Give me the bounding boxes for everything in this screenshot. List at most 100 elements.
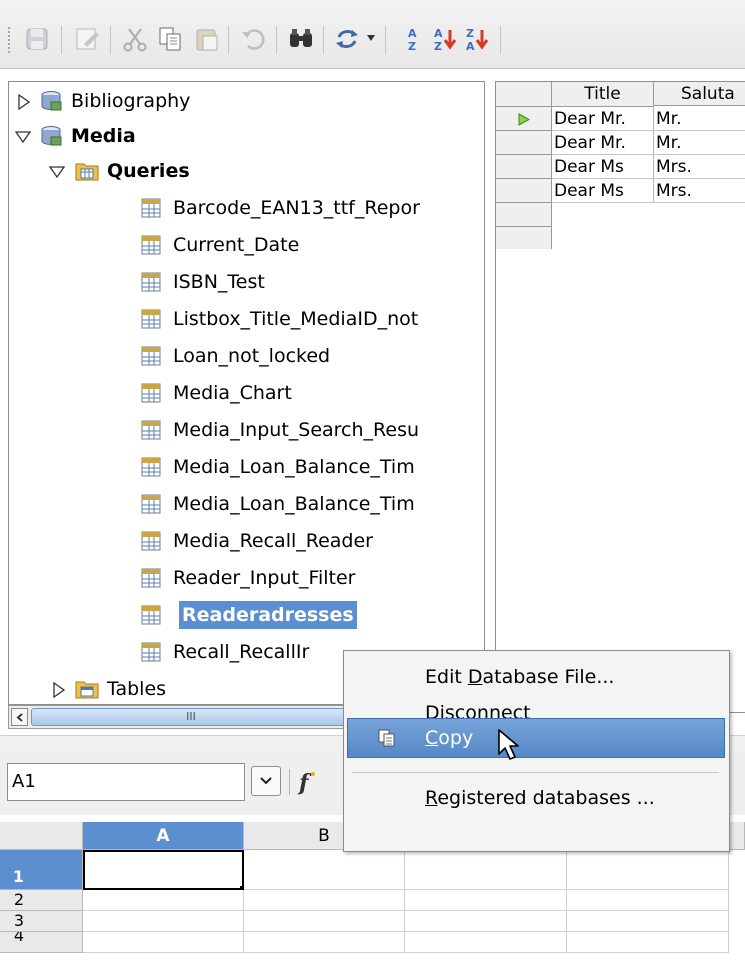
- tree-item-query[interactable]: Media_Chart: [9, 376, 484, 410]
- tree-item-label: Barcode_EAN13_ttf_Repor: [173, 197, 420, 219]
- cell[interactable]: [244, 932, 405, 953]
- tree-item-query[interactable]: Media_Loan_Balance_Tim: [9, 487, 484, 521]
- menu-item-copy[interactable]: Copy: [347, 718, 725, 758]
- save-icon[interactable]: [22, 24, 52, 54]
- tree-item-bibliography[interactable]: Bibliography: [9, 84, 484, 118]
- toolbar-grip[interactable]: [7, 26, 11, 54]
- query-icon: [141, 346, 161, 366]
- tree-item-query[interactable]: Current_Date: [9, 228, 484, 262]
- tree-item-label: Bibliography: [71, 90, 191, 112]
- cell[interactable]: [244, 850, 405, 890]
- find-icon[interactable]: [286, 24, 316, 54]
- grid-cell[interactable]: Mrs.: [656, 155, 745, 179]
- cell[interactable]: [405, 932, 567, 953]
- row-header-3[interactable]: 3: [0, 911, 83, 932]
- row-header-2[interactable]: 2: [0, 890, 83, 911]
- query-icon: [141, 309, 161, 329]
- menu-item-label: Edit Database File...: [425, 666, 615, 688]
- cell[interactable]: [405, 850, 567, 890]
- menu-item-edit-database-file[interactable]: Edit Database File...: [344, 659, 727, 695]
- column-header-title[interactable]: Title: [552, 82, 654, 107]
- grid-cell[interactable]: Dear Mr.: [554, 131, 652, 155]
- expand-arrow-icon[interactable]: [52, 682, 66, 698]
- name-box[interactable]: A1: [7, 763, 245, 801]
- query-icon: [141, 568, 161, 588]
- paste-icon[interactable]: [192, 24, 222, 54]
- tree-item-queries[interactable]: Queries: [9, 154, 484, 188]
- cell[interactable]: [83, 932, 244, 953]
- tree-item-query[interactable]: Media_Recall_Reader: [9, 524, 484, 558]
- copy-icon: [378, 729, 395, 747]
- edit-icon[interactable]: [72, 24, 102, 54]
- tree-item-query-selected[interactable]: Readeradresses: [9, 598, 484, 632]
- tree-item-query[interactable]: Loan_not_locked: [9, 339, 484, 373]
- tree-item-query[interactable]: Reader_Input_Filter: [9, 561, 484, 595]
- tree-item-label: Media_Loan_Balance_Tim: [173, 493, 415, 515]
- cell[interactable]: [567, 890, 729, 911]
- collapse-arrow-icon[interactable]: [49, 165, 65, 179]
- cell[interactable]: [83, 890, 244, 911]
- cell-a1-active[interactable]: [83, 850, 244, 890]
- scroll-left-button[interactable]: [11, 708, 28, 726]
- tree-item-query[interactable]: Barcode_EAN13_ttf_Repor: [9, 191, 484, 225]
- tree-item-query[interactable]: Media_Loan_Balance_Tim: [9, 450, 484, 484]
- scroll-thumb[interactable]: III: [31, 708, 351, 726]
- tree-item-label: Loan_not_locked: [173, 345, 331, 367]
- tree-item-query[interactable]: Media_Input_Search_Resu: [9, 413, 484, 447]
- menu-item-registered-databases[interactable]: Registered databases ...: [344, 780, 727, 816]
- tree-item-query[interactable]: ISBN_Test: [9, 265, 484, 299]
- function-wizard-icon[interactable]: f: [296, 768, 318, 796]
- grid-cell[interactable]: Mrs.: [656, 179, 745, 203]
- select-all-corner[interactable]: [0, 822, 83, 850]
- tables-folder-icon: [75, 681, 99, 699]
- row-header-4[interactable]: 4: [0, 932, 83, 953]
- svg-text:A: A: [408, 27, 417, 40]
- cell[interactable]: [244, 911, 405, 932]
- grid-cell[interactable]: Dear Mr.: [554, 107, 652, 131]
- svg-text:Z: Z: [466, 27, 474, 40]
- toolbar-separator: [385, 26, 386, 54]
- dropdown-arrow-icon[interactable]: [366, 34, 376, 42]
- column-header-a[interactable]: A: [83, 822, 244, 850]
- grid-cell[interactable]: Dear Ms: [554, 179, 652, 203]
- cell[interactable]: [567, 850, 729, 890]
- sort-icon[interactable]: A Z: [398, 24, 428, 54]
- cell[interactable]: [83, 911, 244, 932]
- tree-item-label: Recall_RecallIr: [173, 641, 310, 663]
- tree-item-media[interactable]: Media: [9, 119, 484, 153]
- grid-cell[interactable]: Mr.: [656, 107, 745, 131]
- copy-icon[interactable]: [155, 24, 185, 54]
- grid-cell[interactable]: Mr.: [656, 131, 745, 155]
- toolbar-separator: [228, 26, 229, 54]
- cut-icon[interactable]: [120, 24, 150, 54]
- tree-item-label: Media: [71, 125, 136, 147]
- toolbar-separator: [276, 26, 277, 54]
- toolbar-separator: [323, 26, 324, 54]
- query-icon: [141, 383, 161, 403]
- cell[interactable]: [405, 911, 567, 932]
- cell[interactable]: [244, 890, 405, 911]
- row-selector-column: [496, 82, 552, 249]
- cell[interactable]: [567, 911, 729, 932]
- tree-item-label: Media_Chart: [173, 382, 292, 404]
- expand-arrow-icon[interactable]: [17, 94, 31, 110]
- svg-text:Z: Z: [408, 40, 416, 53]
- cell[interactable]: [405, 890, 567, 911]
- query-icon: [141, 642, 161, 662]
- column-header-e[interactable]: [729, 822, 745, 850]
- sort-descending-icon[interactable]: Z A: [462, 24, 492, 54]
- sort-ascending-icon[interactable]: A Z: [430, 24, 460, 54]
- tree-item-label: Tables: [107, 678, 167, 700]
- svg-text:A: A: [466, 40, 475, 53]
- name-box-dropdown-button[interactable]: [251, 766, 281, 796]
- tree-item-query[interactable]: Listbox_Title_MediaID_not: [9, 302, 484, 336]
- row-divider: [496, 130, 551, 131]
- grid-cell[interactable]: Dear Ms: [554, 155, 652, 179]
- undo-icon[interactable]: [238, 24, 268, 54]
- column-header-salutation[interactable]: Saluta: [654, 82, 745, 106]
- row-header-1[interactable]: 1: [0, 850, 83, 890]
- row-divider: [496, 178, 551, 179]
- cell[interactable]: [567, 932, 729, 953]
- refresh-icon[interactable]: [332, 24, 362, 54]
- collapse-arrow-icon[interactable]: [15, 130, 31, 144]
